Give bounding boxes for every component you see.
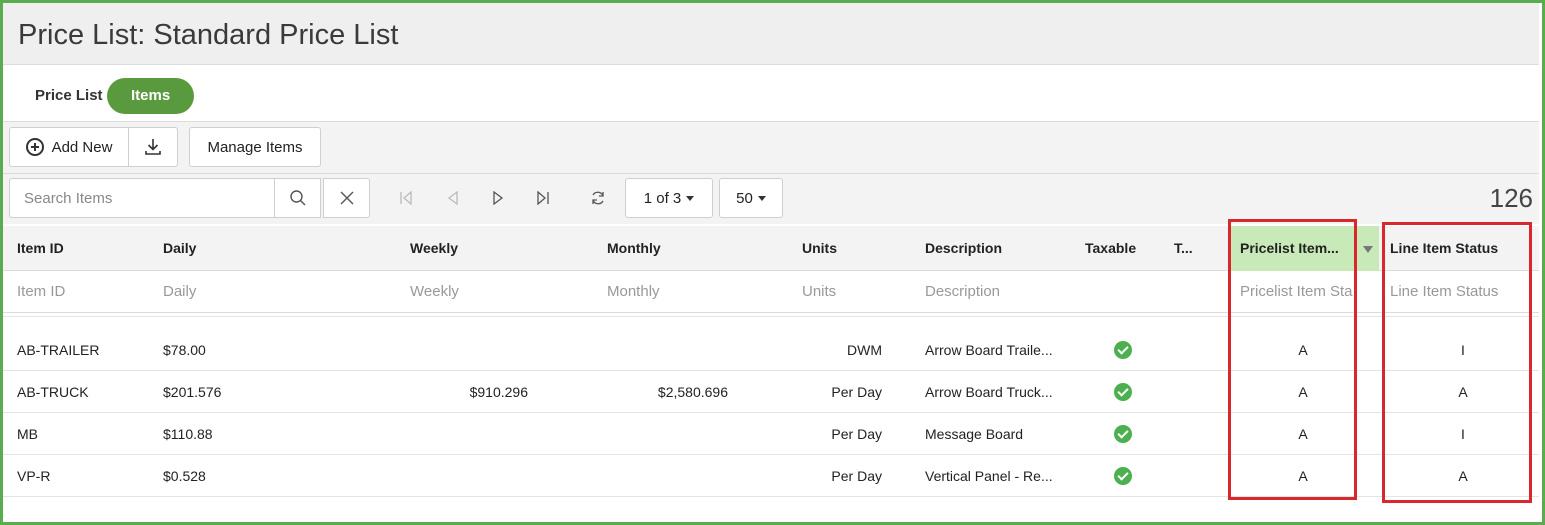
filter-weekly[interactable]: Weekly	[410, 271, 530, 313]
filter-item-id[interactable]: Item ID	[17, 271, 147, 313]
cell-units: Per Day	[831, 384, 882, 400]
cell-monthly: $2,580.696	[657, 384, 728, 400]
taxable-check-icon	[1114, 467, 1132, 485]
cell-pricelist-item-status: A	[1298, 468, 1308, 484]
page-size-label: 50	[736, 189, 753, 207]
page-selector-label: 1 of 3	[643, 189, 682, 207]
toolbar: Add New Manage Items	[3, 122, 1539, 174]
cell-weekly	[383, 413, 528, 455]
col-header-taxable[interactable]: Taxable	[1085, 226, 1165, 271]
plus-circle-icon	[25, 138, 44, 156]
cell-monthly	[583, 455, 728, 497]
taxable-check-icon	[1114, 425, 1132, 443]
search-icon	[289, 190, 305, 206]
download-button[interactable]	[128, 127, 178, 167]
add-new-button[interactable]: Add New	[9, 127, 129, 167]
cell-weekly: $910.296	[469, 384, 528, 400]
cell-pricelist-item-status: A	[1298, 426, 1308, 442]
close-icon	[340, 191, 353, 205]
sort-down-icon	[1363, 246, 1373, 253]
search-input[interactable]	[9, 178, 274, 218]
page-size-selector[interactable]: 50	[719, 178, 783, 218]
col-header-weekly[interactable]: Weekly	[410, 226, 530, 271]
tab-bar: Price List Items	[3, 66, 1539, 122]
first-page-icon[interactable]	[396, 188, 416, 208]
filter-line-item-status[interactable]: Line Item Status	[1390, 271, 1535, 313]
col-header-t[interactable]: T...	[1174, 226, 1214, 271]
cell-daily: $0.528	[163, 468, 206, 484]
cell-units: DWM	[847, 342, 882, 358]
last-page-icon[interactable]	[533, 188, 553, 208]
cell-item-id: MB	[17, 426, 38, 442]
cell-pricelist-item-status: A	[1298, 384, 1308, 400]
title-bar: Price List: Standard Price List	[3, 3, 1539, 65]
filter-units[interactable]: Units	[802, 271, 892, 313]
cell-weekly	[383, 455, 528, 497]
col-header-monthly[interactable]: Monthly	[607, 226, 727, 271]
cell-daily: $78.00	[163, 342, 206, 358]
table-row-partial	[3, 313, 1539, 317]
cell-item-id: VP-R	[17, 468, 51, 484]
cell-description: Arrow Board Truck...	[925, 384, 1053, 400]
search-button[interactable]	[274, 178, 321, 218]
table-row[interactable]: VP-R $0.528 Per Day Vertical Panel - Re.…	[3, 455, 1539, 497]
cell-monthly	[583, 329, 728, 371]
chevron-down-icon	[686, 195, 695, 201]
taxable-check-icon	[1114, 341, 1132, 359]
filter-description[interactable]: Description	[925, 271, 1065, 313]
download-icon	[145, 139, 161, 155]
table-row[interactable]: AB-TRUCK $201.576 $910.296 $2,580.696 Pe…	[3, 371, 1539, 413]
col-header-description[interactable]: Description	[925, 226, 1065, 271]
refresh-icon[interactable]	[588, 188, 608, 208]
taxable-check-icon	[1114, 383, 1132, 401]
chevron-down-icon	[757, 195, 766, 201]
table-row[interactable]: AB-TRAILER $78.00 DWM Arrow Board Traile…	[3, 329, 1539, 371]
cell-line-item-status: I	[1461, 342, 1465, 358]
col-header-pricelist-item-status[interactable]: Pricelist Item...	[1230, 226, 1379, 271]
cell-weekly	[383, 329, 528, 371]
cell-pricelist-item-status: A	[1298, 342, 1308, 358]
search-bar: 1 of 3 50 126	[3, 174, 1539, 224]
cell-line-item-status: I	[1461, 426, 1465, 442]
cell-daily: $110.88	[163, 426, 213, 442]
col-header-daily[interactable]: Daily	[163, 226, 283, 271]
cell-item-id: AB-TRAILER	[17, 342, 100, 358]
cell-description: Arrow Board Traile...	[925, 342, 1053, 358]
col-header-item-id[interactable]: Item ID	[17, 226, 147, 271]
cell-daily: $201.576	[163, 384, 222, 400]
cell-description: Message Board	[925, 426, 1024, 442]
page-selector[interactable]: 1 of 3	[625, 178, 713, 218]
filter-monthly[interactable]: Monthly	[607, 271, 727, 313]
page-title: Price List: Standard Price List	[18, 19, 399, 51]
cell-description: Vertical Panel - Re...	[925, 468, 1053, 484]
cell-units: Per Day	[831, 468, 882, 484]
cell-monthly	[583, 413, 728, 455]
next-page-icon[interactable]	[488, 188, 508, 208]
total-count: 126	[1489, 183, 1533, 213]
col-header-pricelist-item-label: Pricelist Item...	[1240, 240, 1339, 256]
table-row[interactable]: MB $110.88 Per Day Message Board A I	[3, 413, 1539, 455]
tab-items[interactable]: Items	[107, 78, 195, 114]
cell-line-item-status: A	[1458, 384, 1468, 400]
clear-search-button[interactable]	[323, 178, 370, 218]
table-body: AB-TRAILER $78.00 DWM Arrow Board Traile…	[3, 313, 1539, 519]
filter-daily[interactable]: Daily	[163, 271, 283, 313]
cell-units: Per Day	[831, 426, 882, 442]
table-header: Item ID Daily Weekly Monthly Units Descr…	[3, 226, 1539, 271]
cell-item-id: AB-TRUCK	[17, 384, 89, 400]
col-header-line-item-status[interactable]: Line Item Status	[1390, 226, 1535, 271]
prev-page-icon[interactable]	[443, 188, 463, 208]
filter-pricelist-item-status[interactable]: Pricelist Item Sta	[1240, 271, 1357, 313]
col-header-units[interactable]: Units	[802, 226, 892, 271]
cell-line-item-status: A	[1458, 468, 1468, 484]
manage-items-button[interactable]: Manage Items	[189, 127, 321, 167]
add-new-label: Add New	[51, 138, 113, 156]
filter-row: Item ID Daily Weekly Monthly Units Descr…	[3, 271, 1539, 313]
